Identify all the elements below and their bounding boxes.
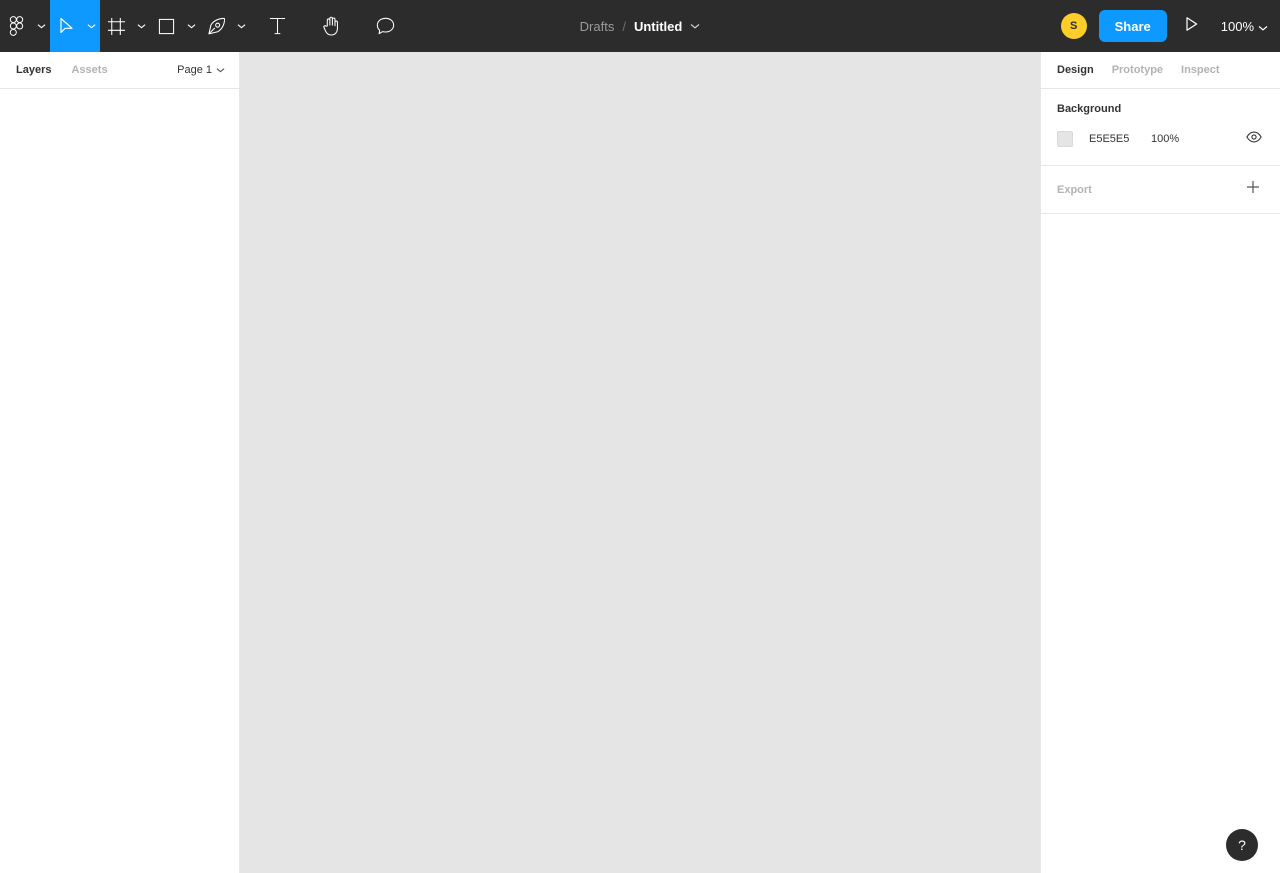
zoom-level-value: 100%	[1220, 18, 1254, 34]
shape-tool-button[interactable]	[150, 0, 200, 52]
zoom-chevron-down-icon	[1258, 19, 1268, 34]
right-panel-tabs: Design Prototype Inspect	[1041, 52, 1280, 89]
main-menu-button[interactable]	[0, 0, 50, 52]
add-export-button[interactable]	[1242, 179, 1264, 201]
present-button[interactable]	[1179, 11, 1205, 41]
frame-icon	[100, 0, 132, 52]
help-button[interactable]: ?	[1226, 829, 1258, 861]
tab-prototype[interactable]: Prototype	[1112, 64, 1163, 76]
layers-list[interactable]	[0, 89, 239, 873]
figma-logo-icon	[0, 0, 32, 52]
avatar[interactable]: S	[1060, 13, 1087, 39]
top-toolbar: Drafts / Untitled S Share 100%	[0, 0, 1280, 52]
background-section: Background E5E5E5 100%	[1041, 89, 1280, 166]
background-color-swatch[interactable]	[1057, 131, 1073, 147]
shape-tool-chevron-down-icon	[182, 0, 200, 52]
export-section: Export	[1041, 166, 1280, 214]
text-tool-button[interactable]	[250, 0, 304, 52]
pen-icon	[200, 0, 232, 52]
toolbar-right-region: S Share 100%	[1060, 0, 1268, 52]
pen-tool-button[interactable]	[200, 0, 250, 52]
rectangle-icon	[150, 0, 182, 52]
frame-tool-button[interactable]	[100, 0, 150, 52]
left-panel-tabs: Layers Assets Page 1	[0, 52, 239, 89]
figma-app-window: Drafts / Untitled S Share 100% Layers As…	[0, 0, 1280, 873]
background-visibility-toggle[interactable]	[1244, 129, 1264, 149]
page-selector[interactable]: Page 1	[177, 64, 225, 76]
avatar-initial: S	[1069, 20, 1078, 32]
move-tool-button[interactable]	[50, 0, 100, 52]
tab-inspect[interactable]: Inspect	[1181, 64, 1220, 76]
pen-tool-chevron-down-icon	[232, 0, 250, 52]
tab-assets[interactable]: Assets	[71, 64, 107, 76]
breadcrumb: Drafts / Untitled	[580, 19, 701, 34]
page-selector-chevron-down-icon	[216, 64, 225, 76]
page-selector-label: Page 1	[177, 64, 212, 76]
tab-design[interactable]: Design	[1057, 64, 1094, 76]
hand-icon	[312, 0, 350, 52]
text-icon	[258, 0, 296, 52]
cursor-arrow-icon	[50, 0, 82, 52]
right-sidebar: Design Prototype Inspect Background E5E5…	[1040, 52, 1280, 873]
background-opacity-input[interactable]: 100%	[1151, 133, 1179, 145]
breadcrumb-parent-drafts[interactable]: Drafts	[580, 19, 615, 34]
background-color-row: E5E5E5 100%	[1057, 129, 1264, 149]
eye-icon	[1246, 130, 1262, 148]
file-menu-chevron-down-icon[interactable]	[690, 23, 700, 29]
background-section-title: Background	[1057, 103, 1122, 115]
question-mark-icon: ?	[1238, 837, 1246, 853]
main-menu-chevron-down-icon	[32, 0, 50, 52]
plus-icon	[1246, 180, 1260, 199]
move-tool-chevron-down-icon	[82, 0, 100, 52]
design-canvas[interactable]	[240, 52, 1040, 873]
zoom-control[interactable]: 100%	[1217, 19, 1268, 34]
breadcrumb-separator: /	[622, 18, 626, 34]
breadcrumb-file-name[interactable]: Untitled	[634, 19, 682, 34]
export-section-title: Export	[1057, 183, 1092, 196]
left-sidebar: Layers Assets Page 1	[0, 52, 240, 873]
comment-icon	[366, 0, 404, 52]
share-button[interactable]: Share	[1098, 10, 1167, 42]
background-hex-input[interactable]: E5E5E5	[1089, 133, 1151, 145]
toolbar-tool-group	[0, 0, 412, 52]
comment-tool-button[interactable]	[358, 0, 412, 52]
play-icon	[1184, 16, 1199, 37]
tab-layers[interactable]: Layers	[16, 64, 51, 76]
frame-tool-chevron-down-icon	[132, 0, 150, 52]
hand-tool-button[interactable]	[304, 0, 358, 52]
